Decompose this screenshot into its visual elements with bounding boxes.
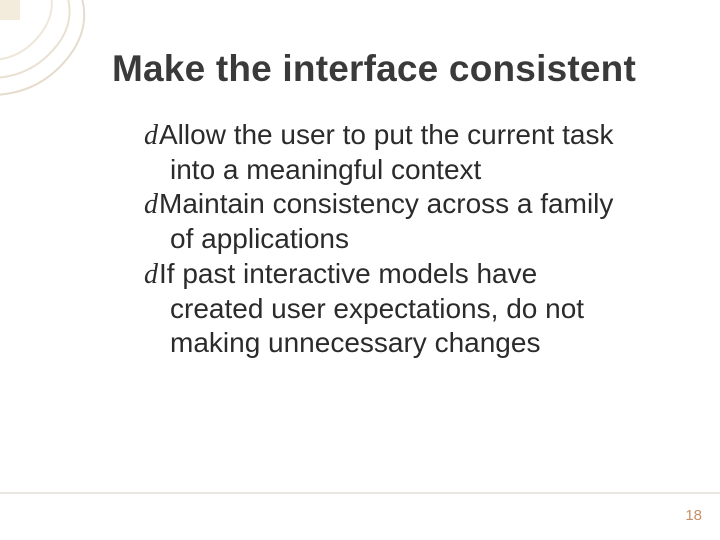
list-item: dAllow the user to put the current task	[144, 118, 658, 153]
footer-divider	[0, 492, 720, 494]
bullet-text: If past interactive models have	[159, 258, 537, 289]
flourish-icon: d	[144, 189, 158, 220]
bullet-continuation: making unnecessary changes	[144, 326, 658, 360]
bullet-continuation: created user expectations, do not	[144, 292, 658, 326]
slide-title: Make the interface consistent	[112, 48, 636, 90]
bullet-list: dAllow the user to put the current task …	[144, 118, 658, 360]
bullet-text: Allow the user to put the current task	[159, 119, 613, 150]
flourish-icon: d	[144, 120, 158, 151]
bullet-continuation: into a meaningful context	[144, 153, 658, 187]
list-item: dIf past interactive models have	[144, 257, 658, 292]
flourish-icon: d	[144, 259, 158, 290]
bullet-text: Maintain consistency across a family	[159, 188, 613, 219]
list-item: dMaintain consistency across a family	[144, 187, 658, 222]
page-number: 18	[685, 507, 702, 524]
bullet-continuation: of applications	[144, 222, 658, 256]
